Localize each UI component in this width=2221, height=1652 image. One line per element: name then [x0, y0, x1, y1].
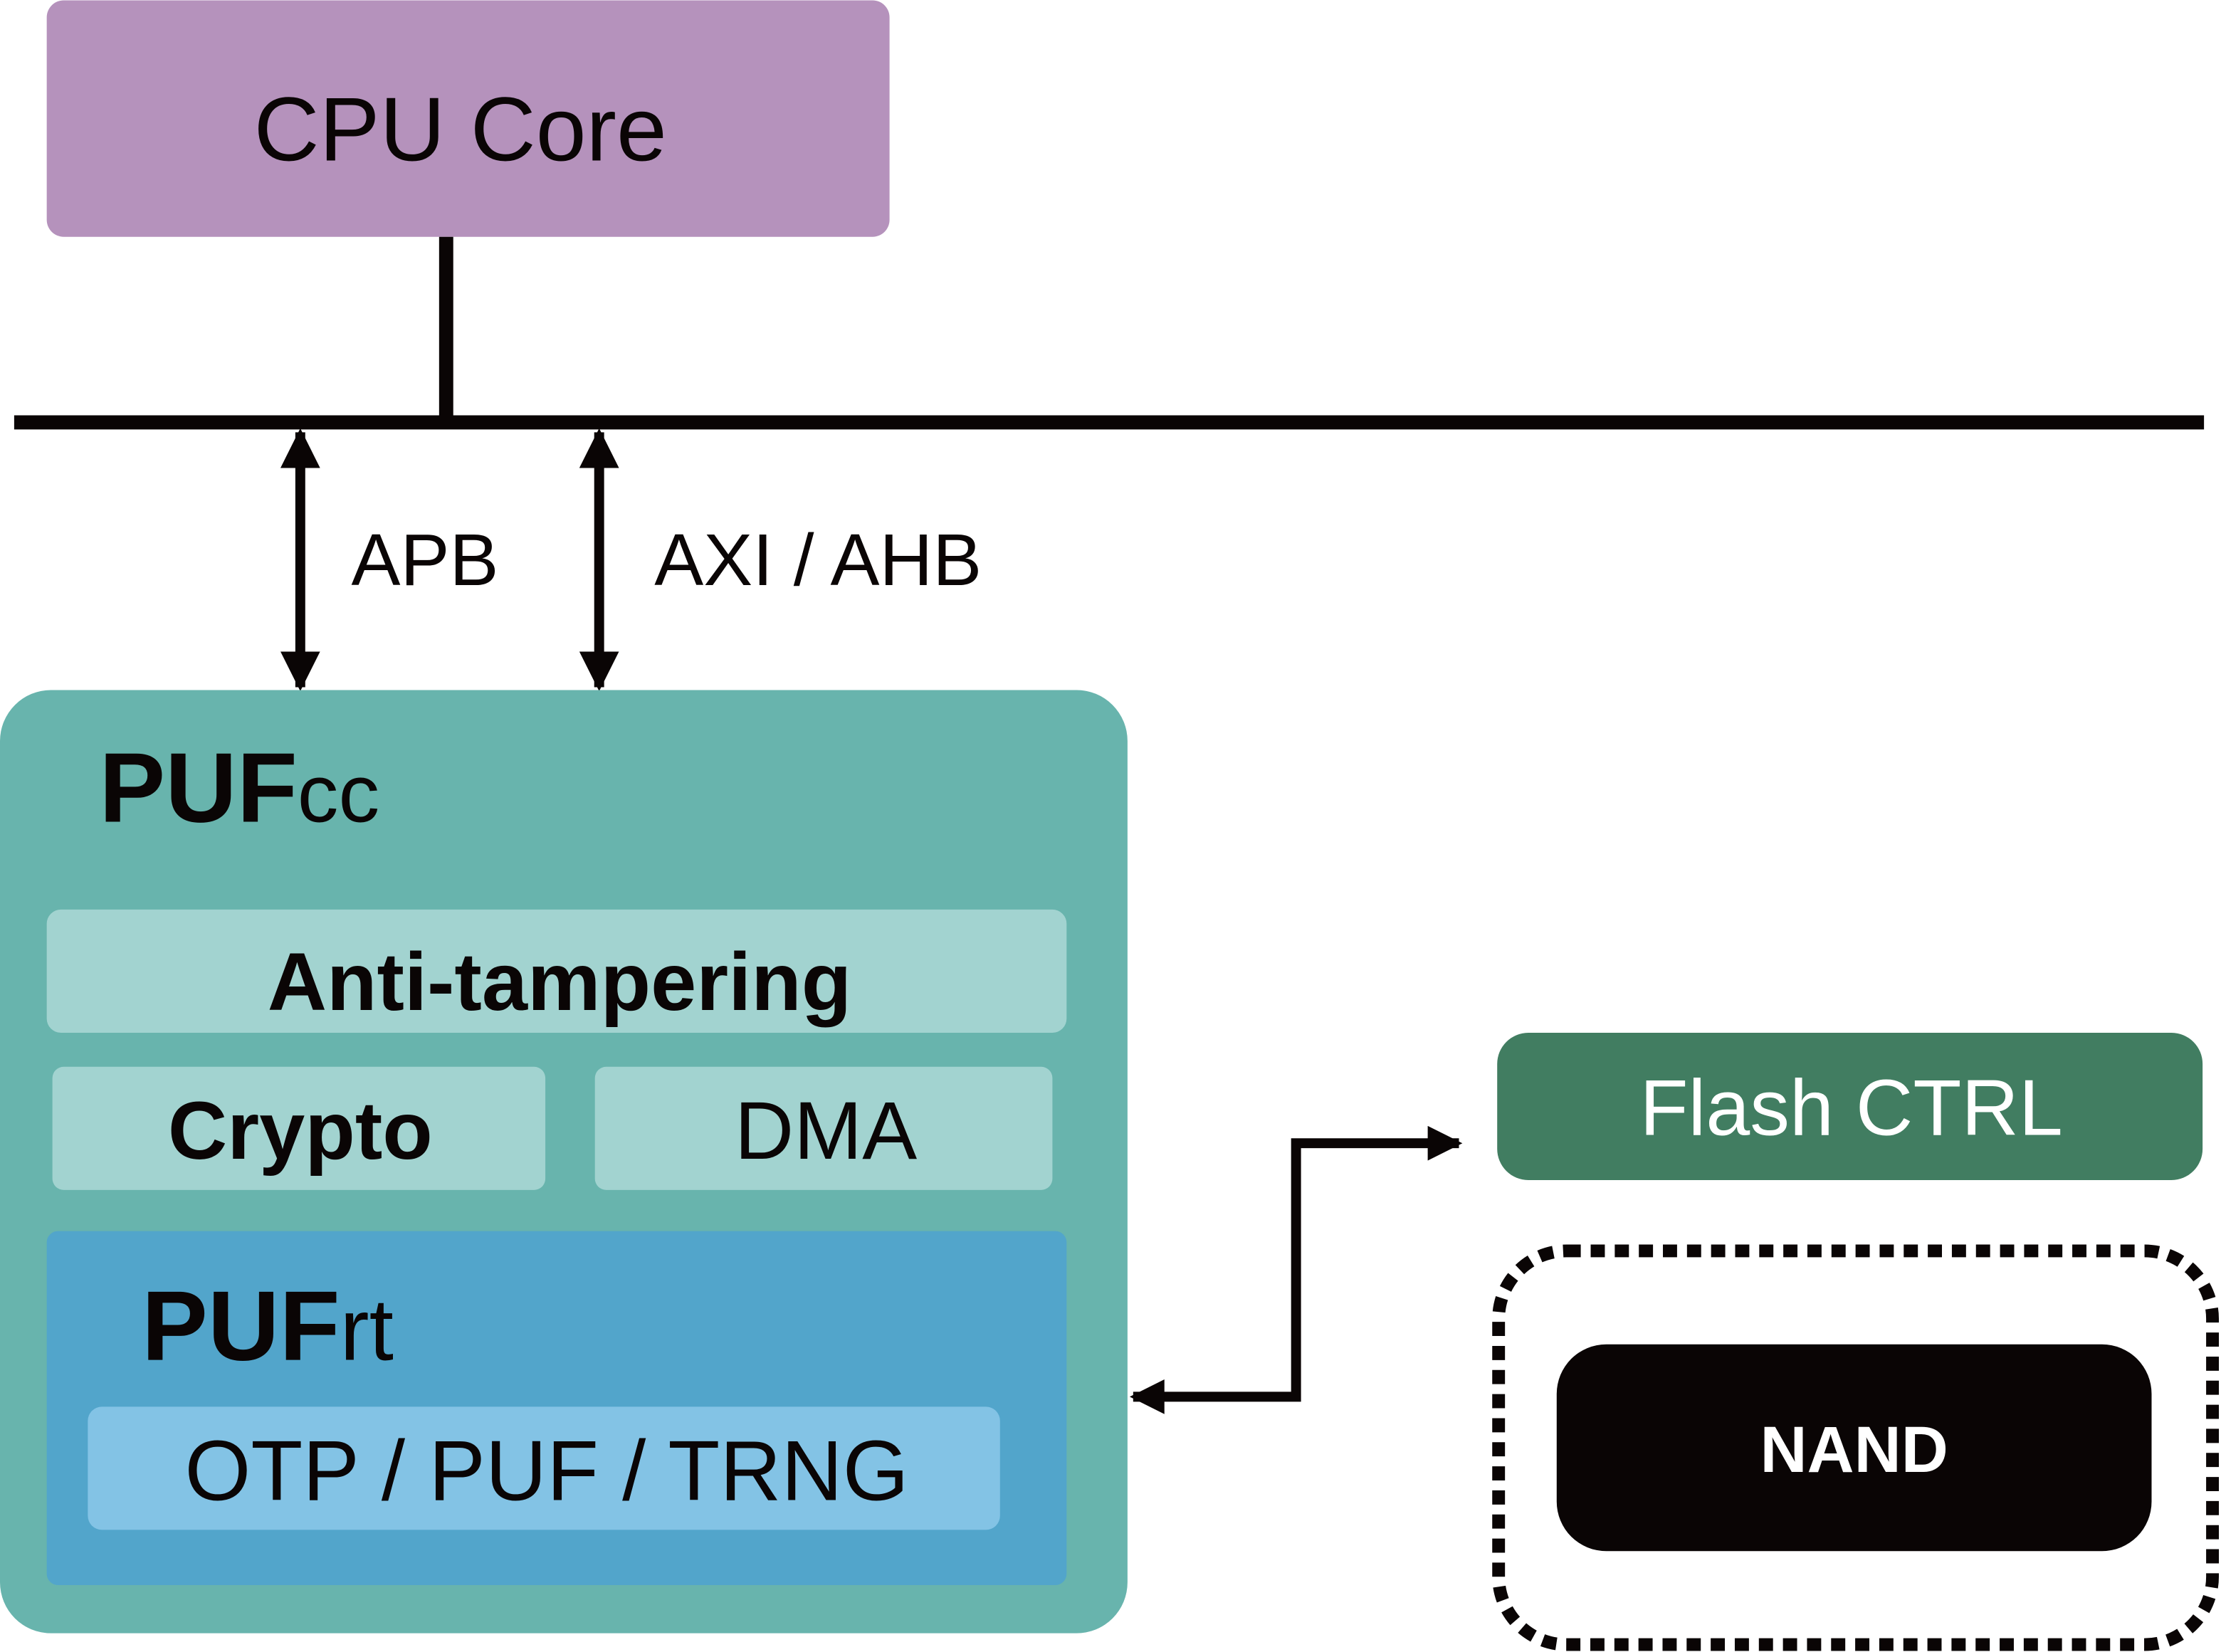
architecture-diagram: CPU Core APB AXI / AHB PUFcc Anti-tamper… [0, 0, 2220, 1651]
anti-tampering-label: Anti-tampering [268, 937, 852, 1028]
cpu-core-label: CPU Core [254, 78, 667, 179]
pufcc-block: PUFcc Anti-tampering Crypto DMA PUFrt OT… [0, 690, 1128, 1633]
flash-ctrl-label: Flash CTRL [1640, 1063, 2063, 1152]
otp-puf-trng-label: OTP / PUF / TRNG [185, 1424, 909, 1519]
pufrt-block: PUFrt OTP / PUF / TRNG [46, 1231, 1067, 1586]
axi-ahb-label: AXI / AHB [654, 518, 982, 601]
crypto-label: Crypto [168, 1085, 433, 1177]
pufrt-title: PUFrt [142, 1270, 394, 1382]
flash-pufrt-connector [1129, 1125, 1463, 1414]
nand-block: NAND [1556, 1344, 2152, 1552]
cpu-core-block: CPU Core [46, 0, 890, 237]
pufcc-title: PUFcc [99, 732, 379, 843]
flash-ctrl-block: Flash CTRL [1497, 1033, 2203, 1180]
dma-label: DMA [735, 1085, 917, 1177]
apb-label: APB [351, 518, 498, 601]
nand-label: NAND [1760, 1414, 1948, 1486]
